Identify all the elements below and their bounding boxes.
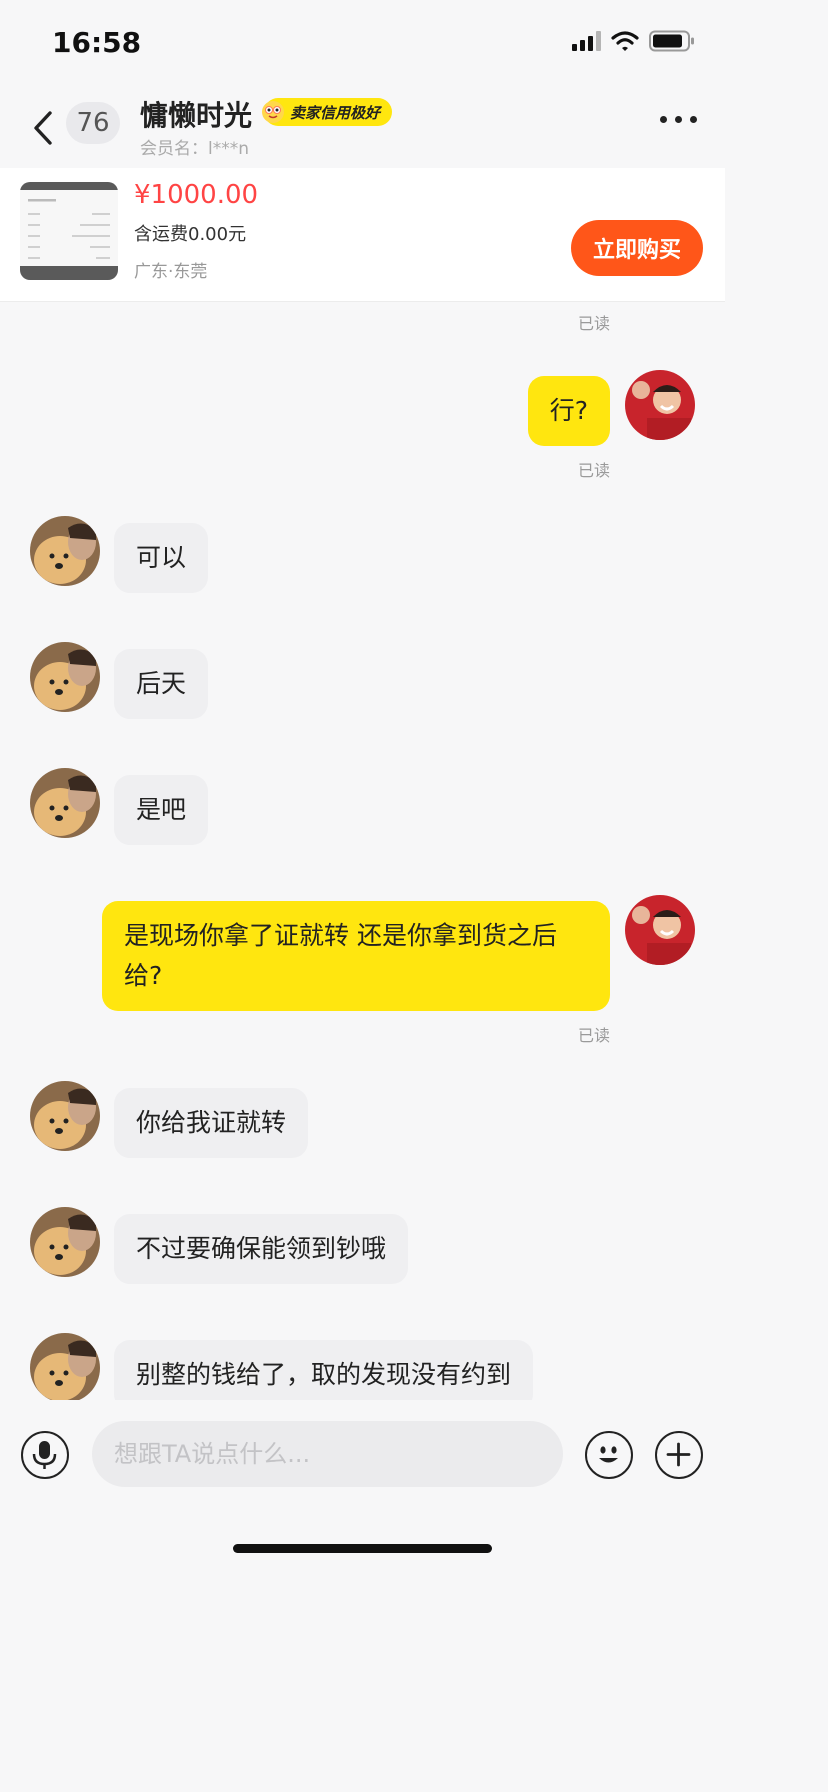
plus-icon[interactable]: [655, 1431, 703, 1479]
outgoing-bubble[interactable]: 是现场你拿了证就转 还是你拿到货之后给?: [102, 901, 610, 1011]
more-icon[interactable]: [660, 116, 697, 123]
seller-avatar[interactable]: [30, 1081, 100, 1151]
member-info: 会员名：l***n: [140, 134, 249, 159]
seller-avatar[interactable]: [30, 516, 100, 586]
incoming-bubble[interactable]: 是吧: [114, 775, 209, 845]
credit-badge: 卖家信用极好: [262, 98, 393, 126]
seller-avatar[interactable]: [30, 1207, 100, 1277]
outgoing-bubble[interactable]: 行?: [527, 376, 610, 446]
wifi-icon: [611, 31, 639, 51]
incoming-bubble[interactable]: 你给我证就转: [114, 1088, 309, 1158]
unread-count-badge[interactable]: 76: [66, 102, 120, 144]
seller-avatar[interactable]: [30, 1333, 100, 1400]
message-input[interactable]: [92, 1421, 563, 1487]
member-name: l***n: [208, 139, 249, 159]
chat-header: 76 慵懒时光 卖家信用极好 会员名：l***n: [0, 88, 725, 168]
seller-location: 广东·东莞: [134, 262, 208, 282]
incoming-bubble[interactable]: 后天: [114, 649, 209, 719]
product-price: ¥1000.00: [134, 180, 259, 210]
home-indicator: [233, 1544, 492, 1553]
read-receipt: 已读: [577, 314, 610, 333]
incoming-bubble[interactable]: 不过要确保能领到钞哦: [114, 1214, 409, 1284]
back-icon[interactable]: [28, 108, 58, 148]
my-avatar[interactable]: [625, 895, 695, 965]
seller-avatar[interactable]: [30, 642, 100, 712]
read-receipt: 已读: [577, 1026, 610, 1045]
buy-now-button[interactable]: 立即购买: [571, 220, 703, 276]
signal-icon: [572, 31, 601, 51]
credit-badge-label: 卖家信用极好: [290, 103, 381, 122]
status-time: 16:58: [52, 26, 142, 59]
seller-avatar[interactable]: [30, 768, 100, 838]
product-thumbnail[interactable]: [20, 182, 118, 280]
product-card[interactable]: ¥1000.00 含运费0.00元 广东·东莞 立即购买: [0, 168, 725, 302]
incoming-bubble[interactable]: 别整的钱给了，取的发现没有约到: [114, 1340, 534, 1400]
contact-name: 慵懒时光: [140, 99, 253, 132]
chat-page: 16:58 76 慵懒时光 卖家信用极好 会员名：l***n ¥1000.00 …: [0, 0, 725, 1792]
battery-icon: [649, 30, 694, 52]
status-icons: [572, 30, 695, 52]
read-receipt: 已读: [577, 461, 610, 480]
smile-badge-icon: [262, 101, 284, 123]
emoji-icon[interactable]: [585, 1431, 633, 1479]
member-label: 会员名：: [140, 139, 208, 159]
input-bar: [0, 1400, 725, 1510]
mic-icon[interactable]: [21, 1431, 69, 1479]
status-bar: 16:58: [0, 0, 725, 88]
message-list[interactable]: 已读 行? 已读 可以 后天 是吧 是现场你拿了证就转 还是你拿到货之后给? 已…: [0, 302, 725, 1400]
my-avatar[interactable]: [625, 370, 695, 440]
incoming-bubble[interactable]: 可以: [114, 523, 209, 593]
shipping-fee: 含运费0.00元: [134, 224, 247, 245]
